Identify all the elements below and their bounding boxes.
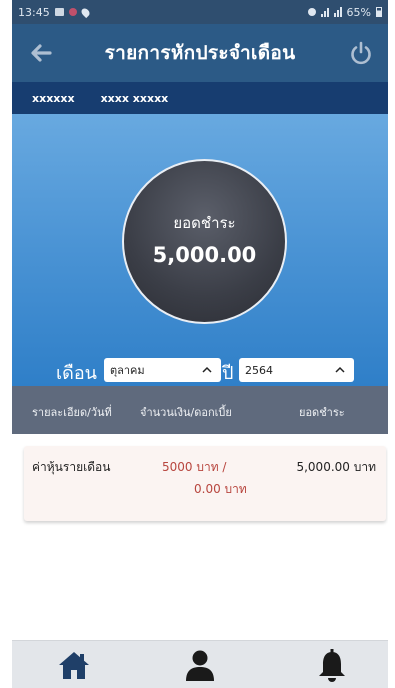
column-header-detail: รายละเอียด/วันที่: [32, 406, 112, 419]
item-description: ค่าหุ้นรายเดือน: [32, 460, 111, 474]
arrow-left-icon[interactable]: [26, 38, 56, 68]
member-name: xxxx xxxxx: [100, 91, 169, 105]
chevron-up-icon: [202, 366, 212, 373]
app-bar: รายการหักประจำเดือน: [12, 24, 388, 82]
location-icon: [79, 6, 91, 18]
payment-summary-circle: ยอดชำระ 5,000.00: [122, 159, 287, 324]
page-title: รายการหักประจำเดือน: [104, 42, 296, 64]
signal-icon: [320, 7, 329, 17]
app-screen: 13:45 65% รายการหักประจำเดือน xxxxxx xxx…: [12, 0, 388, 688]
bottom-nav: [12, 640, 388, 688]
deduction-list: ค่าหุ้นรายเดือน 5000 บาท / 0.00 บาท 5,00…: [12, 434, 388, 640]
gallery-icon: [54, 8, 64, 16]
year-value: 2564: [245, 363, 273, 377]
month-label: เดือน: [56, 363, 97, 384]
wifi-icon: [333, 7, 342, 17]
notification-icon: [68, 8, 77, 16]
year-label: ปี: [222, 363, 234, 384]
chevron-up-icon: [335, 366, 345, 373]
list-item[interactable]: ค่าหุ้นรายเดือน 5000 บาท / 0.00 บาท 5,00…: [24, 446, 386, 521]
member-id: xxxxxx: [32, 91, 75, 105]
payment-label: ยอดชำระ: [173, 213, 236, 232]
battery-level: 65%: [346, 5, 371, 19]
power-icon[interactable]: [346, 38, 376, 68]
column-header-amount: จำนวนเงิน/ดอกเบี้ย: [140, 406, 232, 419]
year-select[interactable]: 2564: [239, 358, 354, 382]
status-bar: 13:45 65%: [12, 0, 388, 24]
item-amount: 5000 บาท /: [162, 460, 227, 474]
payment-amount: 5,000.00: [152, 242, 257, 267]
battery-icon: [376, 7, 382, 17]
user-icon[interactable]: [182, 647, 218, 683]
alarm-icon: [307, 8, 316, 16]
member-info-bar: xxxxxx xxxx xxxxx: [12, 82, 388, 114]
month-value: ตุลาคม: [110, 364, 145, 377]
item-interest: 0.00 บาท: [194, 482, 247, 496]
table-header: รายละเอียด/วันที่ จำนวนเงิน/ดอกเบี้ย ยอด…: [12, 386, 388, 434]
month-select[interactable]: ตุลาคม: [104, 358, 221, 382]
column-header-payment: ยอดชำระ: [299, 406, 345, 419]
summary-panel: ยอดชำระ 5,000.00 เดือน ตุลาคม ปี 2564: [12, 114, 388, 386]
home-icon[interactable]: [56, 647, 92, 683]
status-time: 13:45: [18, 5, 50, 19]
item-total: 5,000.00 บาท: [296, 460, 376, 474]
bell-icon[interactable]: [314, 647, 350, 683]
